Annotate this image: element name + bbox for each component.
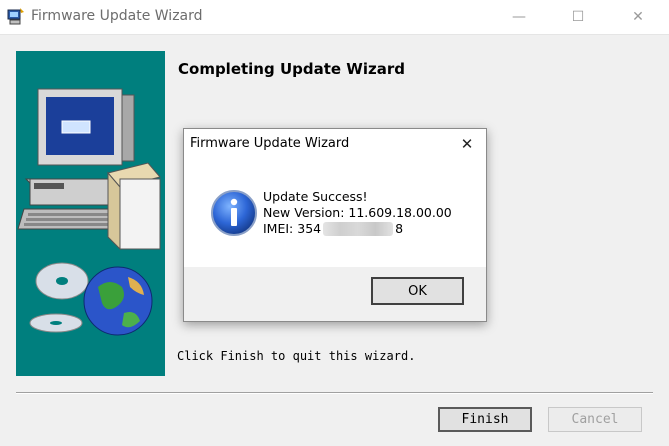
imei-prefix: IMEI: 354 bbox=[263, 221, 322, 236]
window-title-bar: Firmware Update Wizard — ☐ ✕ bbox=[0, 0, 669, 35]
ok-button[interactable]: OK bbox=[371, 277, 464, 305]
minimize-button[interactable]: — bbox=[496, 0, 542, 34]
window-title: Firmware Update Wizard bbox=[31, 8, 203, 24]
close-button[interactable]: ✕ bbox=[615, 0, 661, 34]
wizard-heading: Completing Update Wizard bbox=[178, 60, 405, 78]
wizard-finish-hint: Click Finish to quit this wizard. bbox=[177, 349, 416, 363]
computer-and-globe-illustration bbox=[17, 88, 161, 336]
imei-text: IMEI: 354 8 bbox=[263, 221, 452, 237]
finish-button[interactable]: Finish bbox=[438, 407, 532, 432]
maximize-button[interactable]: ☐ bbox=[555, 0, 601, 34]
new-version-text: New Version: 11.609.18.00.00 bbox=[263, 205, 452, 220]
dialog-close-button[interactable]: ✕ bbox=[452, 131, 482, 157]
dialog-message: Update Success! New Version: 11.609.18.0… bbox=[263, 189, 452, 237]
imei-redacted bbox=[323, 222, 394, 236]
update-success-dialog: Firmware Update Wizard ✕ Update Success!… bbox=[183, 128, 487, 322]
info-icon bbox=[211, 190, 257, 236]
button-separator bbox=[16, 392, 653, 394]
dialog-title: Firmware Update Wizard bbox=[190, 136, 350, 151]
dialog-title-bar: Firmware Update Wizard ✕ bbox=[184, 129, 486, 159]
cancel-button: Cancel bbox=[548, 407, 642, 432]
dialog-message-area: Update Success! New Version: 11.609.18.0… bbox=[184, 159, 486, 267]
wizard-app-icon bbox=[7, 8, 24, 25]
wizard-side-illustration bbox=[16, 51, 165, 376]
imei-suffix: 8 bbox=[395, 221, 404, 236]
update-status-text: Update Success! bbox=[263, 189, 368, 204]
